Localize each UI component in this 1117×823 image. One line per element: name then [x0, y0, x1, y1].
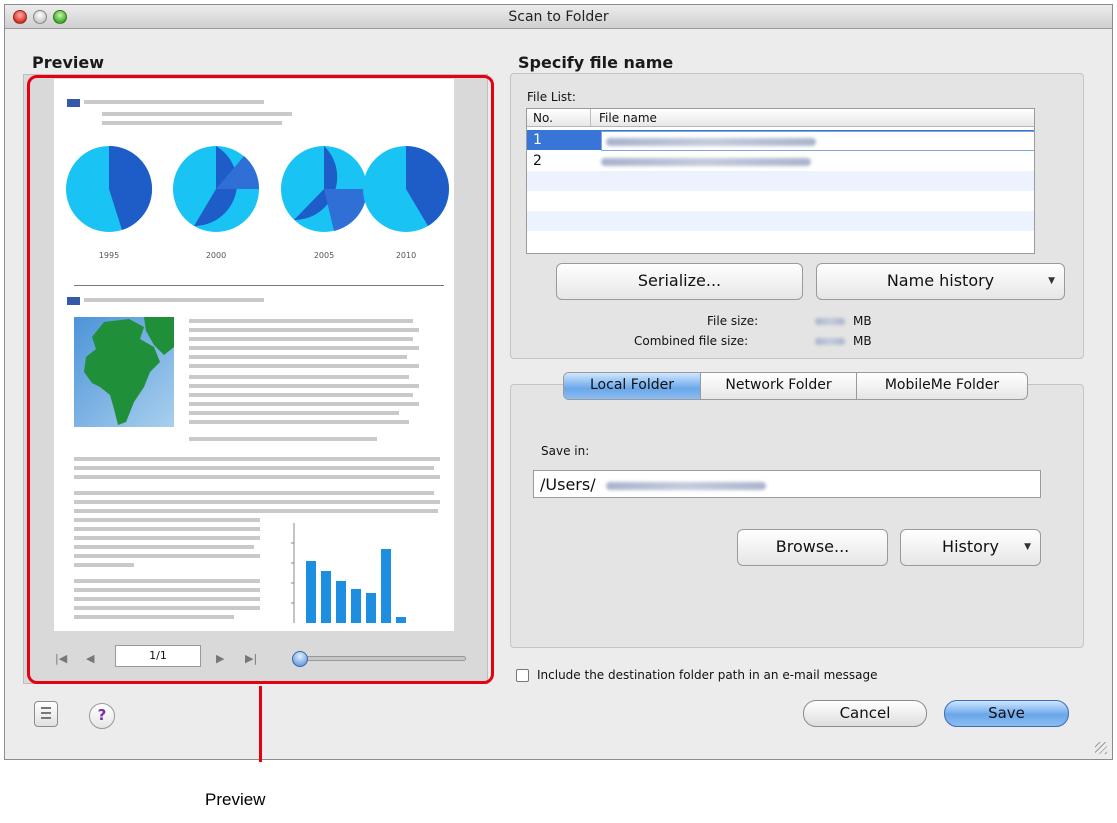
destination-group [510, 384, 1084, 648]
year-label: 2005 [313, 251, 335, 260]
preview-heading: Preview [32, 53, 105, 72]
browse-button[interactable]: Browse... [737, 529, 888, 566]
save-path-redacted [606, 482, 766, 490]
row-number: 1 [533, 132, 542, 148]
include-path-label[interactable]: Include the destination folder path in a… [537, 668, 878, 682]
preview-panel: 1995 2000 2005 2010 |◀ ◀ 1/1 ▶ ▶| [23, 74, 488, 684]
table-row[interactable]: 1 [527, 130, 1034, 151]
year-label: 2010 [395, 251, 417, 260]
history-button[interactable]: History ▼ [900, 529, 1041, 566]
file-list-label: File List: [527, 90, 576, 104]
tab-mobileme-folder[interactable]: MobileMe Folder [857, 373, 1027, 399]
preview-pager: |◀ ◀ 1/1 ▶ ▶| [24, 635, 487, 683]
list-icon [41, 707, 51, 719]
heading-marker [67, 297, 80, 305]
save-button[interactable]: Save [944, 700, 1069, 727]
zoom-slider-track[interactable] [296, 656, 466, 661]
dropdown-arrow-icon: ▼ [1048, 276, 1055, 286]
table-header: No. File name [527, 109, 1034, 127]
name-history-label: Name history [886, 271, 995, 290]
year-label: 1995 [98, 251, 120, 260]
next-page-icon[interactable]: ▶ [216, 652, 224, 665]
table-row-empty [527, 211, 1034, 231]
file-size-unit: MB [853, 314, 872, 328]
table-row-empty [527, 171, 1034, 191]
save-path-value: /Users/ [540, 475, 596, 494]
combined-size-value-redacted [815, 338, 845, 345]
bar-chart-thumbnail [291, 523, 406, 623]
help-button[interactable]: ? [89, 703, 115, 729]
tab-local-folder[interactable]: Local Folder [564, 373, 700, 399]
save-path-field[interactable]: /Users/ [533, 470, 1041, 498]
year-label: 2000 [205, 251, 227, 260]
first-page-icon[interactable]: |◀ [55, 652, 67, 665]
world-map-image [74, 317, 174, 427]
pie-charts [66, 145, 450, 232]
destination-tabs: Local Folder Network Folder MobileMe Fol… [563, 372, 1028, 400]
dropdown-arrow-icon: ▼ [1024, 542, 1031, 552]
file-size-value-redacted [815, 318, 845, 325]
resize-grip-icon[interactable] [1095, 742, 1107, 754]
title-bar[interactable]: Scan to Folder [5, 5, 1112, 29]
file-name-edit-field[interactable] [601, 131, 1034, 151]
text-line [102, 121, 282, 125]
combined-size-unit: MB [853, 334, 872, 348]
preview-page-thumbnail: 1995 2000 2005 2010 [54, 79, 454, 631]
last-page-icon[interactable]: ▶| [245, 652, 257, 665]
zoom-slider-thumb[interactable] [292, 651, 308, 667]
text-line [102, 112, 292, 116]
row-number: 2 [533, 153, 542, 169]
include-path-checkbox[interactable] [516, 669, 529, 682]
pie-chart-1995 [66, 145, 153, 232]
pie-chart-2010 [363, 146, 450, 232]
pie-chart-2000 [173, 146, 260, 232]
page-number-field[interactable]: 1/1 [115, 645, 201, 667]
table-row-empty [527, 191, 1034, 211]
file-name-value-redacted [601, 158, 811, 166]
column-header-file-name[interactable]: File name [599, 111, 657, 125]
divider [74, 285, 444, 286]
preview-callout-label: Preview [205, 790, 266, 809]
heading-marker [67, 99, 80, 107]
serialize-button[interactable]: Serialize... [556, 263, 803, 300]
previous-page-icon[interactable]: ◀ [86, 652, 94, 665]
history-label: History [942, 537, 999, 556]
file-list-table: No. File name 1 2 [526, 108, 1035, 254]
cancel-button[interactable]: Cancel [803, 700, 927, 727]
preview-callout-leader [259, 686, 262, 762]
text-line [84, 298, 264, 302]
pie-chart-2005 [281, 146, 368, 232]
show-hide-panel-button[interactable] [34, 701, 58, 727]
file-size-label: File size: [707, 314, 759, 328]
window-title: Scan to Folder [508, 9, 609, 25]
text-line [84, 100, 264, 104]
combined-file-size-label: Combined file size: [634, 334, 749, 348]
name-history-button[interactable]: Name history ▼ [816, 263, 1065, 300]
tab-network-folder[interactable]: Network Folder [701, 373, 856, 399]
column-header-no[interactable]: No. [533, 111, 553, 125]
save-in-label: Save in: [541, 444, 590, 458]
table-row[interactable]: 2 [527, 151, 1034, 171]
specify-file-name-heading: Specify file name [518, 53, 674, 72]
file-name-value-redacted [606, 138, 816, 146]
